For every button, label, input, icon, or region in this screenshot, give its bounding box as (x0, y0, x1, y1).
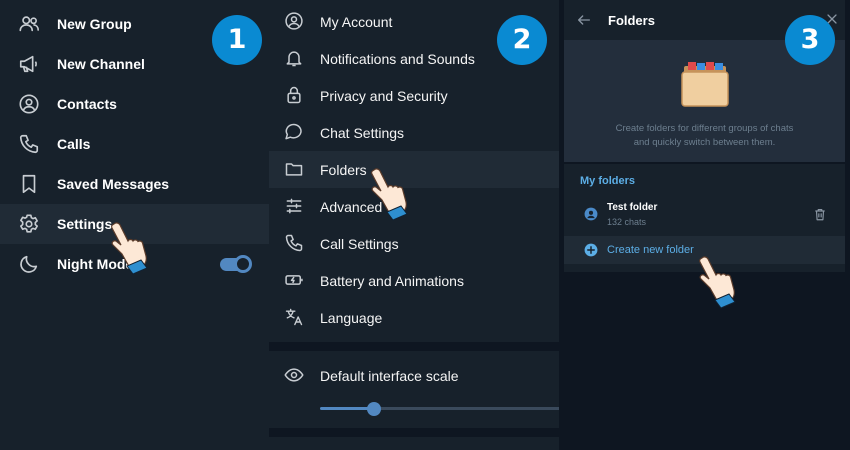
menu-item-calls[interactable]: Calls (0, 124, 269, 164)
menu-item-label: Calls (57, 136, 91, 152)
folder-icon (285, 163, 303, 176)
settings-item-label: Folders (320, 162, 367, 178)
settings-item-folders[interactable]: Folders (269, 151, 559, 188)
settings-item-label: Language (320, 310, 383, 326)
settings-item-label: My Account (320, 14, 393, 30)
section-divider (564, 162, 845, 164)
lock-icon (287, 86, 301, 104)
menu-item-label: Settings (57, 216, 113, 232)
section-divider (269, 428, 559, 437)
settings-item-label: Battery and Animations (320, 273, 464, 289)
interface-scale-slider[interactable] (320, 402, 559, 416)
translate-icon (285, 308, 303, 326)
eye-icon (284, 368, 304, 382)
folder-chat-count: 132 chats (607, 217, 647, 227)
menu-item-saved-messages[interactable]: Saved Messages (0, 164, 269, 204)
back-arrow-icon[interactable] (576, 12, 592, 28)
settings-item-battery[interactable]: Battery and Animations (269, 262, 559, 299)
main-menu-panel: New Group New Channel Contacts Calls Sav… (0, 0, 269, 450)
menu-item-contacts[interactable]: Contacts (0, 84, 269, 124)
group-icon (19, 16, 39, 32)
settings-item-language[interactable]: Language (269, 299, 559, 336)
account-icon (285, 12, 303, 30)
phone-icon (19, 134, 39, 154)
pointing-hand-icon (111, 222, 148, 275)
slider-rest-track (374, 407, 559, 410)
pointing-hand-icon (371, 168, 408, 221)
folders-description: Create folders for different groups of c… (564, 122, 845, 150)
settings-item-label: Chat Settings (320, 125, 405, 141)
menu-item-label: New Group (57, 16, 132, 32)
step-badge-1: 1 (212, 15, 262, 65)
step-badge-2: 2 (497, 15, 547, 65)
folder-row-test-folder[interactable]: Test folder 132 chats (564, 195, 845, 233)
folders-panel: Folders Create folders for different gro… (559, 0, 850, 450)
settings-item-interface-scale[interactable]: Default interface scale (269, 357, 559, 394)
file-cabinet-icon (681, 62, 729, 107)
settings-item-privacy[interactable]: Privacy and Security (269, 77, 559, 114)
folders-title: Folders (608, 13, 655, 28)
step-badge-3: 3 (785, 15, 835, 65)
slider-thumb[interactable] (367, 402, 381, 416)
user-icon (584, 207, 598, 221)
phone-icon (285, 234, 303, 252)
slider-filled-track (320, 407, 374, 410)
megaphone-icon (19, 55, 37, 73)
moon-icon (20, 255, 38, 273)
pointing-hand-icon (699, 256, 736, 309)
menu-item-label: Saved Messages (57, 176, 170, 192)
my-folders-heading: My folders (580, 175, 636, 187)
settings-item-label: Privacy and Security (320, 88, 448, 104)
toggle-knob (234, 255, 252, 273)
description-line: and quickly switch between them. (633, 137, 776, 148)
settings-item-call-settings[interactable]: Call Settings (269, 225, 559, 262)
bell-icon (286, 51, 302, 67)
menu-item-label: Contacts (57, 96, 117, 112)
section-divider (269, 342, 559, 351)
chat-icon (285, 123, 302, 140)
sliders-icon (286, 198, 302, 214)
settings-panel: My Account Notifications and Sounds Priv… (269, 0, 559, 450)
night-mode-toggle[interactable] (220, 255, 252, 273)
folder-name: Test folder (607, 202, 658, 213)
contact-icon (19, 94, 39, 114)
settings-item-label: Notifications and Sounds (320, 51, 475, 67)
trash-icon[interactable] (813, 207, 827, 222)
menu-item-label: New Channel (57, 56, 145, 72)
bookmark-icon (22, 174, 36, 194)
scale-label: Default interface scale (320, 368, 459, 384)
create-new-folder-label: Create new folder (607, 244, 694, 256)
settings-item-advanced[interactable]: Advanced (269, 188, 559, 225)
settings-item-label: Call Settings (320, 236, 399, 252)
plus-icon (584, 243, 598, 257)
battery-icon (285, 275, 303, 285)
gear-icon (20, 214, 38, 233)
description-line: Create folders for different groups of c… (615, 123, 794, 134)
settings-item-chat-settings[interactable]: Chat Settings (269, 114, 559, 151)
